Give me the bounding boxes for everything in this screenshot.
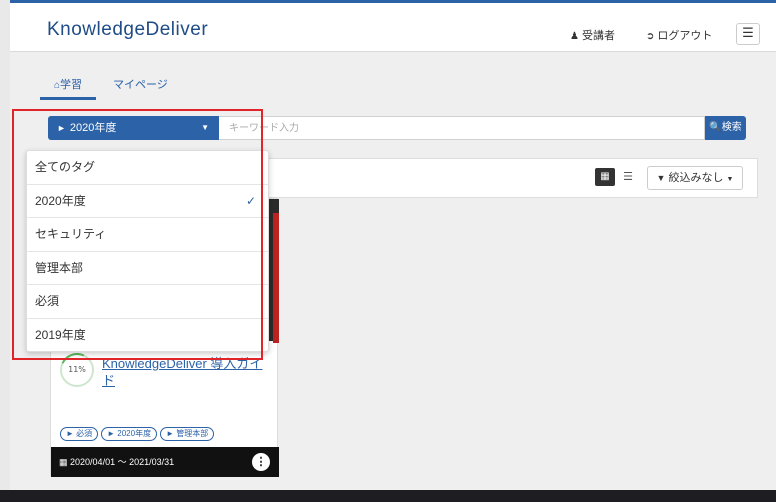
search-icon: 🔍 (709, 122, 722, 133)
nav-tabs: ⌂学習 マイページ (10, 52, 776, 102)
tab-learning[interactable]: ⌂学習 (54, 76, 82, 92)
tag-icon: ► (57, 123, 66, 133)
tab-learning-label: 学習 (60, 79, 83, 91)
tag-label: 管理本部 (176, 429, 209, 438)
filter-icon: ▼ (656, 173, 666, 183)
course-tags: ► 必須 ► 2020年度 ► 管理本部 (60, 421, 217, 441)
hamburger-button[interactable]: ☰ (736, 23, 760, 45)
filter-label: 絞込みなし (668, 172, 724, 184)
tag-label: 必須 (76, 429, 93, 438)
more-options-button[interactable]: ⋮ (252, 453, 270, 471)
bottom-bar (0, 490, 776, 502)
search-button[interactable]: 🔍検索 (705, 116, 746, 140)
tag-pill[interactable]: ► 2020年度 (101, 427, 158, 441)
check-icon: ✓ (245, 193, 256, 208)
top-header: KnowledgeDeliver ♟ 受講者 ➲ ログアウト ☰ (10, 3, 776, 52)
app-window: KnowledgeDeliver ♟ 受講者 ➲ ログアウト ☰ ⌂学習 マイページ… (10, 0, 776, 502)
calendar-icon: ▦ (59, 457, 68, 467)
dropdown-item-admin-hq[interactable]: 管理本部 (27, 252, 268, 286)
dropdown-item-label: 2020年度 (35, 193, 86, 208)
dropdown-item-label: 管理本部 (35, 260, 84, 275)
logout-link[interactable]: ➲ ログアウト (646, 27, 712, 43)
grid-icon: ▦ (600, 171, 610, 182)
dropdown-item-2020[interactable]: 2020年度 ✓ (27, 185, 268, 219)
hamburger-icon: ☰ (742, 26, 754, 41)
student-label: 受講者 (581, 30, 615, 42)
dropdown-item-all-tags[interactable]: 全てのタグ (27, 151, 268, 185)
logout-label: ログアウト (657, 30, 713, 42)
student-link[interactable]: ♟ 受講者 (570, 27, 615, 43)
logout-icon: ➲ (646, 31, 655, 42)
dropdown-item-required[interactable]: 必須 (27, 285, 268, 319)
dropdown-item-label: 全てのタグ (35, 160, 96, 174)
period-text: 2020/04/01 ～ 2021/03/31 (70, 457, 175, 467)
user-icon: ♟ (570, 31, 579, 42)
course-title-link[interactable]: KnowledgeDeliver 導入ガイド (102, 355, 270, 389)
dropdown-item-label: 2019年度 (35, 327, 86, 342)
tag-label: 2020年度 (117, 429, 152, 438)
dropdown-item-2019[interactable]: 2019年度 (27, 319, 268, 353)
list-view-button[interactable]: ☰ (620, 168, 636, 186)
tag-pill[interactable]: ► 管理本部 (160, 427, 215, 441)
tag-pill[interactable]: ► 必須 (60, 427, 99, 441)
progress-arc (55, 348, 99, 392)
thumbnail-accent (273, 213, 279, 343)
dropdown-item-security[interactable]: セキュリティ (27, 218, 268, 252)
keyword-input[interactable] (219, 116, 705, 140)
dropdown-item-label: 必須 (35, 294, 60, 309)
course-period: ▦ 2020/04/01 ～ 2021/03/31 ⋮ (51, 447, 279, 477)
caret-down-icon: ▼ (726, 176, 734, 183)
tag-dropdown-menu: 全てのタグ 2020年度 ✓ セキュリティ 管理本部 必須 2019年度 (26, 150, 269, 352)
tab-mypage-label: マイページ (113, 79, 168, 91)
grid-view-button[interactable]: ▦ (595, 168, 615, 186)
tag-select[interactable]: ► 2020年度 ▼ (48, 116, 219, 140)
more-vertical-icon: ⋮ (255, 456, 267, 468)
search-bar: ►2020年度 ▼ 🔍検索 (48, 116, 746, 140)
filter-button[interactable]: ▼ 絞込みなし ▼ (647, 166, 743, 190)
tab-mypage[interactable]: マイページ (113, 76, 168, 92)
list-icon: ☰ (623, 170, 633, 183)
caret-down-icon: ▼ (201, 123, 209, 132)
logo[interactable]: KnowledgeDeliver (47, 19, 208, 41)
active-tab-indicator (40, 97, 96, 100)
search-button-label: 検索 (721, 122, 742, 133)
dropdown-item-label: セキュリティ (35, 227, 107, 242)
tag-select-value: 2020年度 (69, 122, 117, 134)
